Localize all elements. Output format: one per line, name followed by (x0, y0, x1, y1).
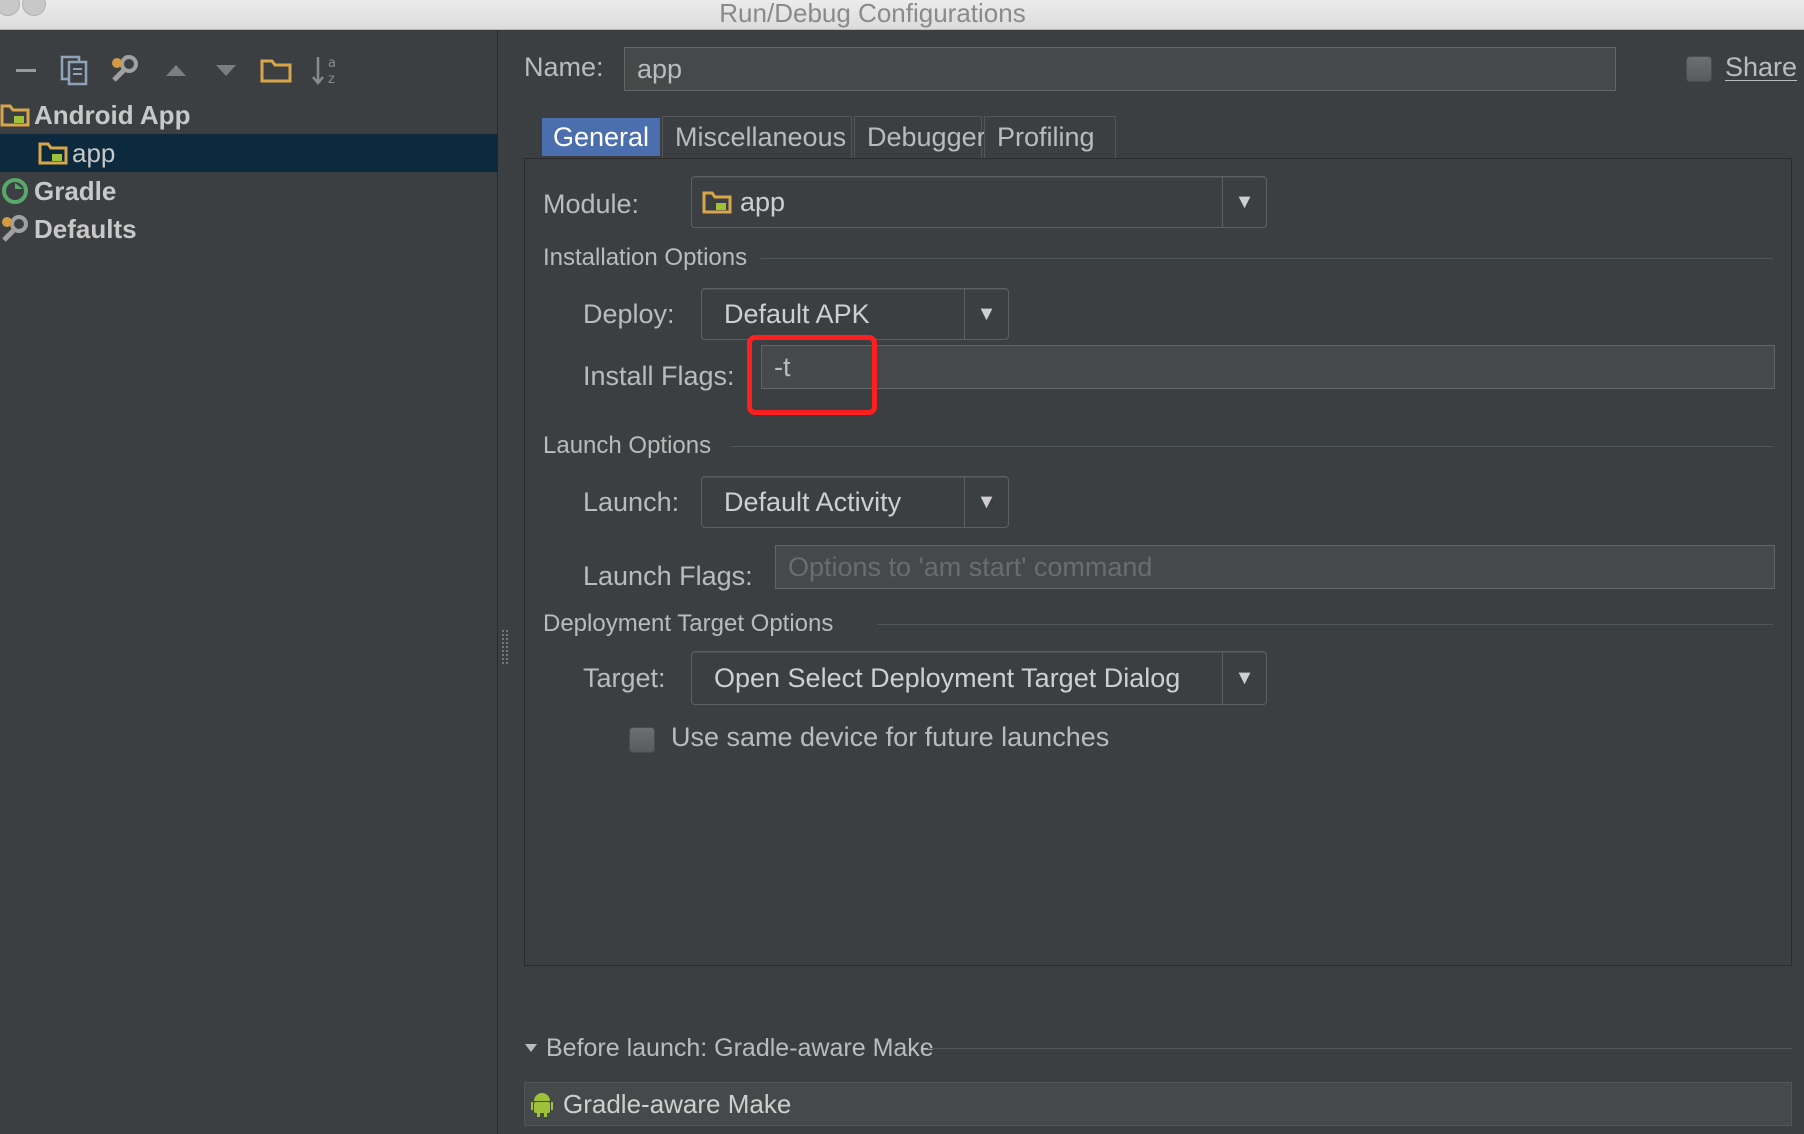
deploy-label: Deploy: (583, 299, 675, 329)
deploy-dropdown[interactable]: Default APK ▼ (701, 288, 1009, 340)
installation-options-header: Installation Options (543, 241, 1773, 275)
module-value: app (740, 186, 786, 217)
same-device-label[interactable]: Use same device for future launches (671, 722, 1109, 753)
tab-profiling[interactable]: Profiling (984, 116, 1116, 158)
minus-icon[interactable] (6, 50, 46, 90)
section-divider (877, 624, 1773, 625)
launch-label: Launch: (583, 487, 680, 517)
wrench-icon (0, 214, 30, 244)
module-label: Module: (543, 189, 640, 219)
move-up-icon[interactable] (156, 50, 196, 90)
svg-text:z: z (328, 72, 335, 87)
section-divider (731, 446, 1773, 447)
tab-miscellaneous[interactable]: Miscellaneous (662, 116, 852, 158)
gradle-icon (0, 176, 30, 206)
tree-item-app[interactable]: app (0, 134, 498, 172)
before-launch-task-row[interactable]: Gradle-aware Make (524, 1082, 1792, 1126)
tree-item-defaults[interactable]: Defaults (0, 210, 498, 248)
section-divider (928, 1048, 1792, 1049)
tab-debugger[interactable]: Debugger (854, 116, 986, 158)
share-checkbox[interactable] (1686, 56, 1712, 82)
annotation-highlight-box (747, 335, 877, 415)
deploy-value: Default APK (724, 298, 870, 329)
general-panel: Module: app ▼ Installation Options Deplo… (524, 158, 1792, 966)
section-divider (761, 258, 1773, 259)
svg-text:a: a (328, 56, 336, 71)
share-label[interactable]: Share (1725, 52, 1797, 83)
configurations-sidebar: az Android App app Gradle Defaults (0, 30, 498, 1134)
tree-item-android-app[interactable]: Android App (0, 96, 498, 134)
name-label: Name: (524, 52, 604, 82)
android-app-icon (0, 100, 30, 130)
move-down-icon[interactable] (206, 50, 246, 90)
tree-item-label: Gradle (34, 175, 117, 206)
configuration-editor: Name: app Share General Miscellaneous De… (500, 30, 1804, 1134)
chevron-down-icon[interactable]: ▼ (1222, 652, 1266, 704)
launch-value: Default Activity (724, 486, 902, 517)
target-value: Open Select Deployment Target Dialog (714, 662, 1181, 693)
launch-options-header: Launch Options (543, 429, 1773, 463)
tree-item-label: Defaults (34, 213, 137, 244)
title-bar: Run/Debug Configurations (0, 0, 1804, 30)
chevron-down-icon[interactable]: ▼ (964, 289, 1008, 339)
tree-item-label: app (72, 137, 116, 168)
before-launch-task-label: Gradle-aware Make (563, 1088, 792, 1119)
folder-icon[interactable] (256, 50, 296, 90)
before-launch-header[interactable]: Before launch: Gradle-aware Make (524, 1030, 1792, 1066)
sidebar-toolbar: az (0, 50, 498, 100)
tab-general[interactable]: General (542, 118, 660, 156)
launch-dropdown[interactable]: Default Activity ▼ (701, 476, 1009, 528)
copy-icon[interactable] (54, 50, 94, 90)
chevron-down-icon[interactable]: ▼ (1222, 177, 1266, 227)
target-dropdown[interactable]: Open Select Deployment Target Dialog ▼ (691, 651, 1267, 705)
same-device-checkbox[interactable] (629, 727, 655, 753)
name-input[interactable]: app (624, 47, 1616, 91)
window-title: Run/Debug Configurations (719, 0, 1026, 28)
module-folder-icon (702, 190, 732, 214)
collapse-triangle-icon[interactable] (524, 1042, 538, 1054)
install-flags-input[interactable]: -t (761, 345, 1775, 389)
module-dropdown[interactable]: app ▼ (691, 176, 1267, 228)
edit-defaults-icon[interactable] (104, 50, 144, 90)
deployment-target-options-header: Deployment Target Options (543, 607, 1773, 641)
tree-item-label: Android App (34, 99, 191, 130)
android-robot-icon (531, 1091, 553, 1117)
android-app-icon (38, 138, 68, 168)
target-label: Target: (583, 663, 666, 693)
sort-az-icon[interactable]: az (306, 50, 346, 90)
chevron-down-icon[interactable]: ▼ (964, 477, 1008, 527)
launch-flags-input[interactable]: Options to 'am start' command (775, 545, 1775, 589)
install-flags-label: Install Flags: (583, 361, 735, 391)
launch-flags-label: Launch Flags: (583, 561, 753, 591)
tree-item-gradle[interactable]: Gradle (0, 172, 498, 210)
